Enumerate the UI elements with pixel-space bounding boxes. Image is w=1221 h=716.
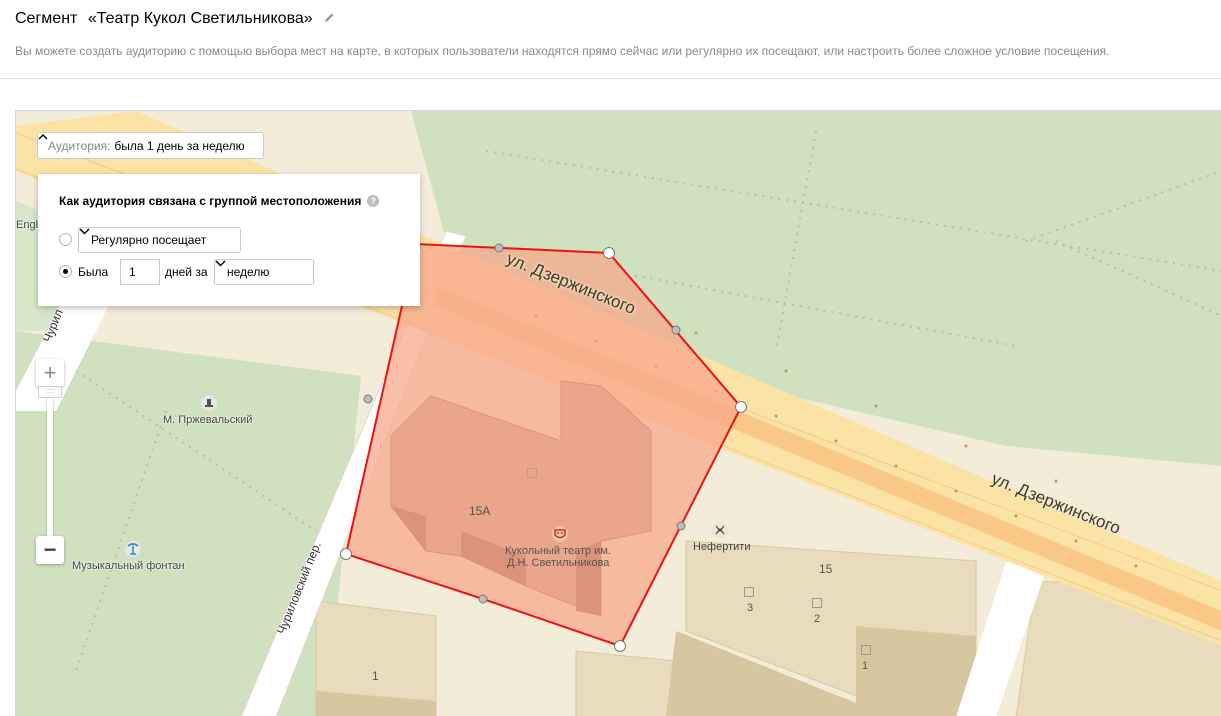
- minus-icon: −: [43, 537, 57, 562]
- zoom-slider[interactable]: [47, 396, 53, 541]
- zoom-slider-handle[interactable]: ::::: [38, 386, 62, 398]
- audience-prefix: Аудитория:: [48, 138, 111, 153]
- house-number: 15А: [469, 504, 491, 518]
- days-label: дней за: [165, 265, 208, 279]
- entrance-icon: [812, 598, 822, 608]
- poi-label: Музыкальный фонтан: [72, 560, 185, 572]
- days-input[interactable]: 1: [120, 259, 160, 285]
- regular-visit-value: Регулярно посещает: [91, 233, 207, 247]
- regular-visit-select[interactable]: Регулярно посещает: [78, 227, 241, 253]
- pencil-icon[interactable]: [323, 11, 335, 29]
- audience-dropdown[interactable]: Аудитория: была 1 день за неделю: [37, 132, 264, 159]
- park-area: [16, 331, 361, 716]
- poi-label: Д.Н. Светильникова: [507, 557, 610, 569]
- entrance-icon: [861, 645, 871, 655]
- poi-label-partial: Engl: [16, 219, 39, 231]
- house-number: 1: [862, 660, 869, 672]
- segment-description: Вы можете создать аудиторию с помощью вы…: [15, 44, 1110, 58]
- house-number: 3: [747, 602, 754, 614]
- zoom-in-button[interactable]: +: [36, 359, 64, 387]
- house-number: 1: [372, 669, 379, 683]
- entrance-icon: [744, 587, 754, 597]
- popup-title: Как аудитория связана с группой местопол…: [59, 194, 380, 208]
- radio-was[interactable]: [59, 265, 72, 278]
- poi-label: Кукольный театр им.: [505, 545, 611, 557]
- period-select[interactable]: неделю: [214, 259, 314, 285]
- segment-title: Сегмент «Театр Кукол Светильникова»: [15, 10, 335, 29]
- zoom-out-button[interactable]: −: [36, 536, 64, 564]
- radio-regular[interactable]: [59, 233, 72, 246]
- segment-label: Сегмент: [15, 10, 78, 27]
- poi-label: Нефертити: [693, 541, 751, 553]
- plus-icon: +: [43, 360, 57, 385]
- popup-title-text: Как аудитория связана с группой местопол…: [59, 194, 362, 208]
- house-number: 2: [814, 613, 821, 625]
- poi-label: М. Пржевальский: [163, 414, 253, 426]
- period-value: неделю: [227, 265, 270, 279]
- segment-name: «Театр Кукол Светильникова»: [87, 10, 313, 27]
- page-header: Сегмент «Театр Кукол Светильникова» Вы м…: [0, 0, 1221, 79]
- audience-condition-popup: Как аудитория связана с группой местопол…: [38, 174, 420, 306]
- map[interactable]: ул. Дзержинского ул. Дзержинского Чурило…: [15, 110, 1221, 716]
- entrance-icon: [527, 468, 537, 478]
- was-label: Была: [78, 265, 109, 279]
- help-icon[interactable]: ?: [367, 195, 380, 207]
- house-number: 15: [819, 562, 833, 576]
- audience-value: была 1 день за неделю: [114, 138, 245, 153]
